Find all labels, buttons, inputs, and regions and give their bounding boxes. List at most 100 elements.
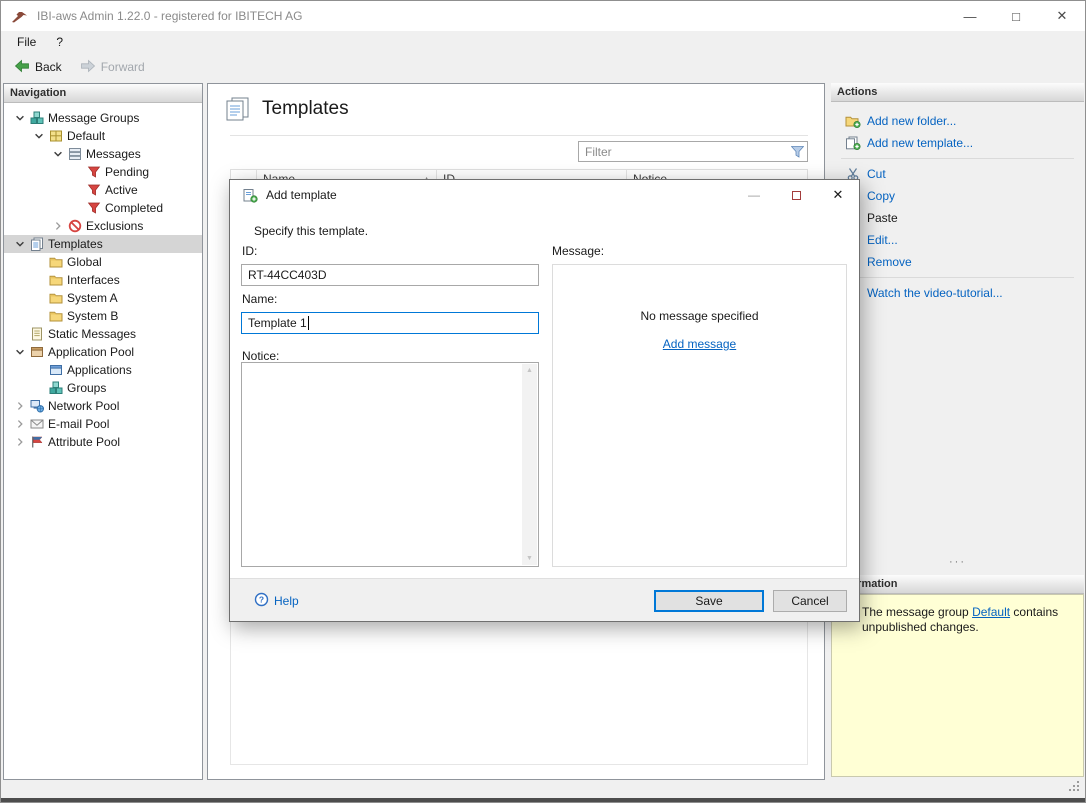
tree-item-label: Templates [48,237,103,251]
actions-separator [841,158,1074,159]
tree-item-label: Interfaces [67,273,120,287]
action-label: Cut [867,167,886,181]
menu-file[interactable]: File [7,33,46,51]
window-title: IBI-aws Admin 1.22.0 - registered for IB… [37,9,302,23]
chevron-expanded-icon[interactable] [12,111,28,125]
chevron-spacer [69,201,85,215]
tree-item-e-mail-pool[interactable]: E-mail Pool [4,415,202,433]
tree-item-application-pool[interactable]: Application Pool [4,343,202,361]
tree-item-messages[interactable]: Messages [4,145,202,163]
default-group-link[interactable]: Default [972,605,1010,619]
folder-icon [47,255,64,269]
tree-item-pending[interactable]: Pending [4,163,202,181]
action-paste[interactable]: Paste [831,207,1084,229]
add-message-link[interactable]: Add message [663,337,736,351]
tree-item-label: Message Groups [48,111,139,125]
chevron-collapsed-icon[interactable] [12,435,28,449]
tree-item-network-pool[interactable]: Network Pool [4,397,202,415]
action-remove[interactable]: Remove [831,251,1084,273]
back-button[interactable]: Back [7,57,69,78]
notice-textarea[interactable]: ▲ ▼ [241,362,539,567]
groups-icon [47,381,64,395]
tree-item-label: Messages [86,147,141,161]
tree-item-message-groups[interactable]: Message Groups [4,109,202,127]
tree-item-static-messages[interactable]: Static Messages [4,325,202,343]
help-label: Help [274,594,299,608]
forward-button[interactable]: Forward [73,57,152,78]
id-input[interactable]: RT-44CC403D [241,264,539,286]
chevron-collapsed-icon[interactable] [50,219,66,233]
maximize-square-icon [792,191,801,200]
maximize-button[interactable]: □ [993,1,1039,31]
window-bottom-edge [1,798,1085,802]
close-button[interactable]: ✕ [1039,1,1085,31]
static-messages-icon [28,327,45,341]
chevron-collapsed-icon[interactable] [12,399,28,413]
application-pool-icon [28,345,45,359]
resize-grip-icon[interactable] [1068,780,1081,796]
actions-list: Add new folder... Add new template... Cut C… [831,102,1084,304]
cancel-button[interactable]: Cancel [773,590,847,612]
tree-item-global[interactable]: Global [4,253,202,271]
menu-help[interactable]: ? [46,33,73,51]
chevron-collapsed-icon[interactable] [12,417,28,431]
info-text-before: The message group [862,605,972,619]
chevron-spacer [31,381,47,395]
tree-item-system-a[interactable]: System A [4,289,202,307]
dialog-controls: — ✕ [733,180,859,210]
chevron-expanded-icon[interactable] [31,129,47,143]
chevron-spacer [31,291,47,305]
information-header: Information [831,575,1084,594]
tree-item-groups[interactable]: Groups [4,379,202,397]
action-label: Add new folder... [867,114,956,128]
filter-input[interactable] [579,145,787,159]
tree-item-label: Network Pool [48,399,119,413]
action-copy[interactable]: Copy [831,185,1084,207]
templates-icon [28,237,45,251]
tree-item-system-b[interactable]: System B [4,307,202,325]
tree-item-label: System A [67,291,118,305]
action-edit[interactable]: Edit... [831,229,1084,251]
tree-item-default[interactable]: Default [4,127,202,145]
window-controls: — □ ✕ [947,1,1085,31]
tree-item-interfaces[interactable]: Interfaces [4,271,202,289]
action-add-new-folder[interactable]: Add new folder... [831,110,1084,132]
tree-item-completed[interactable]: Completed [4,199,202,217]
titlebar: IBI-aws Admin 1.22.0 - registered for IB… [1,1,1085,31]
name-input[interactable]: Template 1 [241,312,539,334]
chevron-expanded-icon[interactable] [50,147,66,161]
template-add-icon [845,136,861,150]
notice-scrollbar[interactable]: ▲ ▼ [522,364,537,565]
tree-item-templates[interactable]: Templates [4,235,202,253]
filter-funnel-icon [787,146,807,158]
scroll-up-icon: ▲ [526,367,533,374]
network-pool-icon [28,399,45,413]
save-button[interactable]: Save [654,590,764,612]
help-button[interactable]: ? Help [254,592,299,610]
minimize-button[interactable]: — [947,1,993,31]
panel-splitter[interactable]: ··· [831,556,1084,568]
app-icon [11,9,29,23]
filter-box [578,141,808,162]
tree-item-exclusions[interactable]: Exclusions [4,217,202,235]
dialog-minimize-button[interactable]: — [733,180,775,210]
text-caret [308,316,309,330]
chevron-expanded-icon[interactable] [12,237,28,251]
action-label: Copy [867,189,895,203]
tree-item-applications[interactable]: Applications [4,361,202,379]
action-cut[interactable]: Cut [831,163,1084,185]
header-separator [230,135,808,136]
dialog-maximize-button[interactable] [775,180,817,210]
tree-item-label: Global [67,255,102,269]
dialog-close-button[interactable]: ✕ [817,180,859,210]
tree-item-active[interactable]: Active [4,181,202,199]
chevron-expanded-icon[interactable] [12,345,28,359]
action-watch-the-video-tutorial[interactable]: Watch the video-tutorial... [831,282,1084,304]
tree-item-attribute-pool[interactable]: Attribute Pool [4,433,202,451]
action-label: Watch the video-tutorial... [867,286,1003,300]
add-template-dialog: Add template — ✕ Specify this template. … [229,179,860,622]
tree-item-label: Applications [67,363,132,377]
action-add-new-template[interactable]: Add new template... [831,132,1084,154]
actions-panel: Actions Add new folder...Add new templat… [831,83,1084,563]
folder-icon [47,273,64,287]
